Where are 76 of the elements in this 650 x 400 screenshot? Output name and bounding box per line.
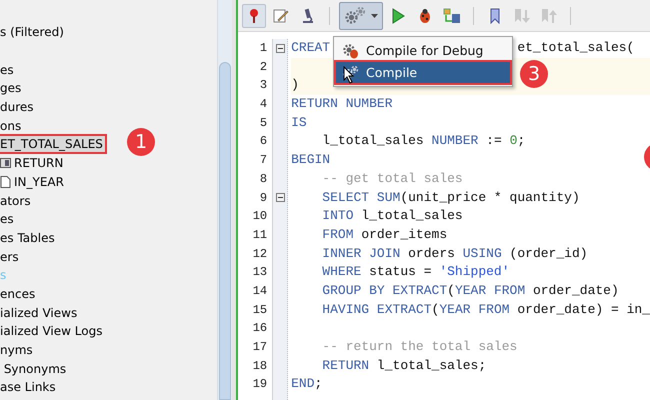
code-text: IS — [291, 114, 307, 132]
tree-item[interactable]: IN_YEAR — [14, 174, 66, 190]
tree-item[interactable]: ators — [0, 192, 33, 209]
line-number: 18 — [252, 358, 268, 375]
collapse-icon[interactable] — [276, 193, 285, 202]
tree-item[interactable]: ges — [0, 80, 24, 96]
line-number: 15 — [252, 302, 268, 319]
tree-item[interactable]: nyms — [0, 342, 35, 358]
code-text: ) — [291, 76, 299, 94]
code-text: RETURN l_total_sales; — [321, 356, 486, 375]
compile-button[interactable] — [339, 2, 384, 30]
tree-item[interactable]: ences — [0, 286, 38, 302]
tree-item[interactable]: ET_TOTAL_SALES — [0, 136, 105, 152]
tree-item[interactable]: ase Links — [0, 379, 58, 396]
code-text: GROUP BY EXTRACT(YEAR FROM order_date) — [321, 282, 619, 300]
code-text: BEGIN — [291, 151, 330, 170]
code-text: SELECT SUM(unit_price * quantity) — [321, 188, 580, 206]
caret-icon — [370, 12, 379, 18]
line-number: 14 — [252, 282, 268, 300]
bookmark-icon — [490, 8, 500, 24]
microscope-icon — [302, 8, 314, 24]
line-number: 5 — [258, 114, 268, 132]
line-number: 9 — [258, 190, 268, 206]
line-number: 12 — [252, 246, 268, 263]
tree-item[interactable]: ons — [0, 118, 24, 134]
line-number: 2 — [258, 58, 268, 76]
flowchart-icon — [443, 8, 462, 24]
code-text: -- return the total sales — [321, 338, 518, 356]
code-text: et_total_sales( — [517, 39, 634, 57]
next-bookmark-icon — [514, 8, 530, 24]
previous-bookmark-icon — [541, 8, 558, 24]
tree-item[interactable]: es — [0, 62, 16, 78]
tree-item[interactable]: ers — [0, 248, 21, 265]
line-number: 3 — [258, 77, 268, 94]
scrollbar-thumb[interactable] — [219, 62, 232, 400]
code-text: CREAT — [291, 39, 330, 57]
pencil-icon — [273, 8, 290, 24]
code-text: -- get total sales — [321, 170, 463, 188]
line-number: 13 — [252, 264, 268, 282]
collapse-icon[interactable] — [276, 44, 285, 53]
line-number: 19 — [252, 376, 268, 394]
mouse-cursor-icon — [343, 66, 355, 84]
line-number: 17 — [252, 339, 268, 356]
tree-item[interactable]: Synonyms — [0, 360, 68, 377]
pin-icon — [248, 8, 260, 24]
code-text: INNER JOIN orders USING (order_id) — [321, 244, 588, 263]
code-text: FROM order_items — [321, 226, 448, 244]
tree-item[interactable]: ialized Views — [0, 304, 80, 321]
tree-item[interactable]: RETURN — [14, 155, 66, 172]
tree-item[interactable]: es — [0, 211, 16, 228]
line-number: 16 — [252, 320, 268, 338]
code-text: INTO l_total_sales — [321, 207, 463, 226]
tree-item[interactable]: dures — [0, 99, 36, 116]
document-icon — [0, 176, 11, 188]
line-number: 6 — [258, 133, 268, 150]
line-number: 4 — [258, 96, 268, 114]
line-number: 10 — [252, 208, 268, 226]
code-text: HAVING EXTRACT(YEAR FROM order_date) = in_ — [321, 300, 650, 319]
tree-item[interactable]: s (Filtered) — [0, 24, 66, 40]
code-text: RETURN NUMBER — [291, 95, 393, 114]
play-icon — [391, 8, 406, 24]
line-number: 11 — [252, 226, 268, 244]
line-number: 7 — [258, 152, 268, 170]
toolbar-button[interactable] — [242, 4, 266, 28]
line-number: 1 — [258, 40, 268, 57]
gears-icon — [344, 6, 366, 26]
tree-item[interactable]: es Tables — [0, 230, 57, 246]
tree-item[interactable]: ialized View Logs — [0, 323, 104, 340]
gear-bug-icon — [342, 42, 360, 58]
code-text: END; — [291, 375, 322, 394]
code-text: WHERE status = 'Shipped' — [321, 263, 510, 282]
return-icon — [0, 157, 11, 170]
code-text: l_total_sales NUMBER := 0; — [321, 132, 526, 150]
menu-item[interactable]: Compile for Debug — [336, 40, 510, 61]
line-number: 8 — [258, 170, 268, 188]
menu-item[interactable]: Compile — [336, 62, 510, 83]
